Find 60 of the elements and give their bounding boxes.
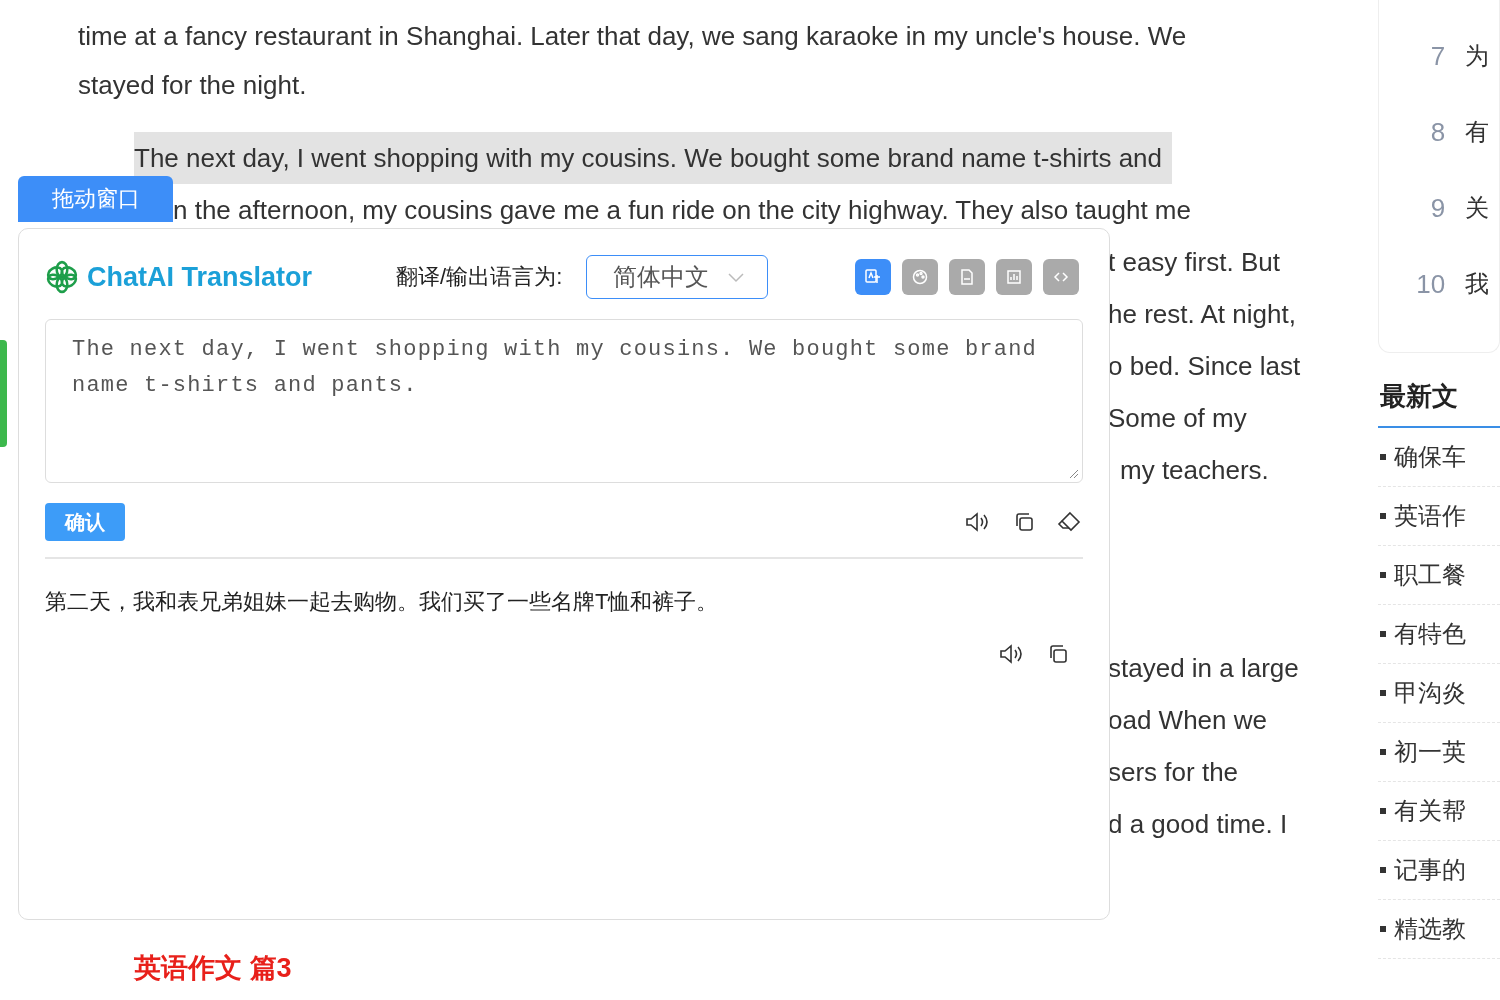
copy-icon[interactable] xyxy=(1047,643,1069,665)
resize-grip-icon[interactable] xyxy=(1067,467,1079,479)
article-line: time at a fancy restaurant in Shanghai. Later that day, we sang karaoke in my uncle's house. We xyxy=(78,20,1188,53)
bullet-icon xyxy=(1380,749,1387,755)
rank-title[interactable]: 为 xyxy=(1465,40,1490,72)
side-handle[interactable] xyxy=(0,340,7,447)
chart-tool-button[interactable] xyxy=(996,259,1032,295)
article-link[interactable]: 英语作 xyxy=(1394,500,1467,532)
article-line: my teachers. xyxy=(1119,454,1270,487)
rank-title[interactable]: 关 xyxy=(1465,192,1490,224)
language-label: 翻译/输出语言为: xyxy=(396,263,563,291)
speaker-icon[interactable] xyxy=(965,511,991,533)
rank-number: 9 xyxy=(1429,192,1446,224)
translation-text: 第二天，我和表兄弟姐妹一起去购物。我们买了一些名牌T恤和裤子。 xyxy=(45,588,720,616)
translate-icon xyxy=(864,268,882,286)
article-link[interactable]: 有关帮 xyxy=(1394,795,1467,827)
article-line: stayed for the night. xyxy=(78,69,308,102)
article-line: stayed in a large xyxy=(1108,652,1300,685)
article-link[interactable]: 精选教 xyxy=(1394,913,1467,945)
chart-icon xyxy=(1005,268,1023,286)
rank-title[interactable]: 我 xyxy=(1465,268,1490,300)
palette-icon xyxy=(911,268,929,286)
language-select[interactable]: 简体中文 xyxy=(586,255,769,299)
translate-tool-button[interactable] xyxy=(855,259,891,295)
bullet-icon xyxy=(1380,631,1387,637)
article-link[interactable]: 职工餐 xyxy=(1394,559,1467,591)
bullet-icon xyxy=(1380,572,1387,578)
bullet-icon xyxy=(1380,808,1387,814)
document-tool-button[interactable] xyxy=(949,259,985,295)
document-icon xyxy=(958,268,976,286)
bullet-icon xyxy=(1380,867,1387,873)
speaker-icon[interactable] xyxy=(999,643,1025,665)
bullet-icon xyxy=(1380,690,1387,696)
article-line: oad When we xyxy=(1108,704,1268,737)
section-heading: 英语作文 篇3 xyxy=(134,952,293,985)
article-link[interactable]: 确保车 xyxy=(1394,441,1467,473)
source-text-field[interactable]: The next day, I went shopping with my cousins. We bought some brand name t-shirts and pants. xyxy=(45,319,1083,483)
article-line: n the afternoon, my cousins gave me a fun ride on the city highway. They also taught me xyxy=(173,194,1191,227)
article-line: he rest. At night, xyxy=(1108,298,1297,331)
palette-tool-button[interactable] xyxy=(902,259,938,295)
article-line: sers for the xyxy=(1108,756,1240,789)
bullet-icon xyxy=(1380,926,1387,932)
app-title: ChatAI Translator xyxy=(87,261,313,293)
rank-number: 8 xyxy=(1429,116,1446,148)
copy-icon[interactable] xyxy=(1013,511,1035,533)
article-link[interactable]: 甲沟炎 xyxy=(1394,677,1467,709)
code-tool-button[interactable] xyxy=(1043,259,1079,295)
article-link[interactable]: 初一英 xyxy=(1394,736,1467,768)
rank-title[interactable]: 有 xyxy=(1465,116,1490,148)
eraser-icon[interactable] xyxy=(1057,511,1081,533)
rank-number: 10 xyxy=(1415,268,1446,300)
section-title: 最新文 xyxy=(1380,381,1459,411)
chevron-down-icon xyxy=(727,271,746,283)
rank-number: 7 xyxy=(1429,40,1446,72)
logo-icon xyxy=(45,260,79,294)
bullet-icon xyxy=(1380,513,1387,519)
article-link[interactable]: 记事的 xyxy=(1394,854,1467,886)
bullet-icon xyxy=(1380,454,1387,460)
article-line: Some of my xyxy=(1108,402,1248,435)
article-link[interactable]: 有特色 xyxy=(1394,618,1467,650)
